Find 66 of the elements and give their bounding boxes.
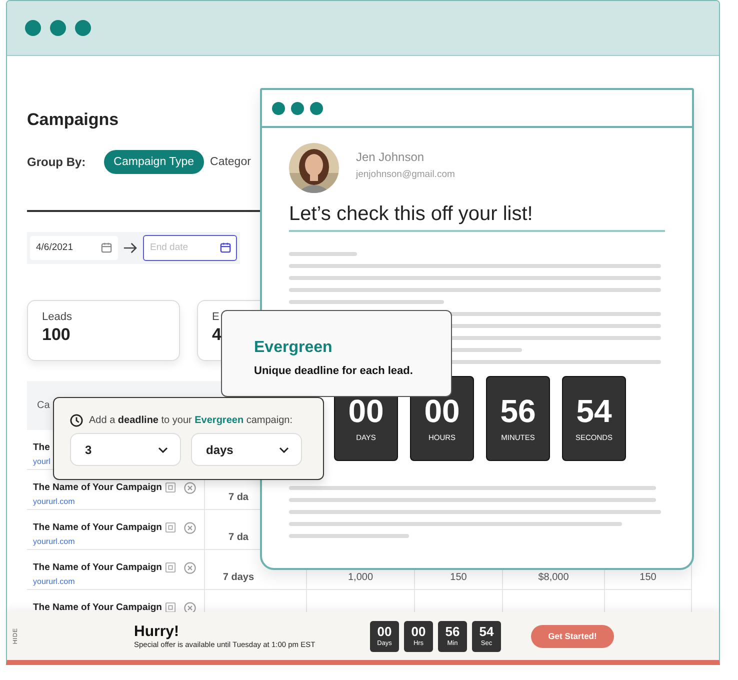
stat-label: Leads (42, 310, 73, 322)
close-icon[interactable] (184, 482, 196, 494)
table-cell: 7 da (228, 532, 248, 542)
chevron-down-icon (158, 446, 168, 452)
countdown-value: 00 (424, 395, 460, 427)
calendar-icon (101, 242, 112, 253)
campaign-name: The Name of Your Campaign (33, 522, 162, 532)
countdown-value: 00 (377, 625, 392, 638)
amount-select[interactable]: 3 (70, 433, 181, 466)
countdown-value: 56 (500, 395, 536, 427)
deadline-prompt: Add a deadline to your Evergreen campaign: (89, 415, 292, 426)
table-cell: 7 da (228, 492, 248, 502)
campaign-url-link[interactable]: yoururl.com (33, 576, 162, 586)
sender-name: Jen Johnson (356, 150, 426, 164)
countdown-value: 54 (479, 625, 494, 638)
placeholder-line (289, 252, 357, 256)
copy-icon[interactable] (165, 602, 176, 613)
clock-icon (70, 414, 83, 427)
close-icon[interactable] (184, 602, 196, 614)
campaign-name: The Name of Your Campaign (33, 602, 162, 612)
countdown-value: 00 (411, 625, 426, 638)
window-dot-icon (25, 20, 41, 36)
campaign-url-link[interactable]: yourl (33, 456, 50, 466)
copy-icon[interactable] (165, 482, 176, 493)
get-started-button[interactable]: Get Started! (531, 624, 614, 648)
sender-email: jenjohnson@gmail.com (356, 169, 455, 180)
close-icon[interactable] (184, 562, 196, 574)
page-title: Campaigns (27, 110, 120, 130)
window-dot-icon (272, 102, 285, 114)
table-cell: 1,000 (348, 572, 374, 582)
countdown-value: 00 (348, 395, 384, 427)
tooltip-text: Unique deadline for each lead. (254, 365, 414, 377)
tooltip-title: Evergreen (254, 339, 332, 357)
window-dot-icon (291, 102, 304, 114)
table-cell: $8,000 (538, 572, 569, 582)
campaign-url-link[interactable]: yoururl.com (33, 536, 162, 546)
table-cell: 7 days (222, 572, 254, 582)
copy-icon[interactable] (165, 562, 176, 573)
copy-icon[interactable] (165, 522, 176, 533)
arrow-right-icon (123, 242, 138, 254)
start-date-field[interactable]: 4/6/2021 (30, 236, 118, 260)
window-dot-icon (75, 20, 91, 36)
close-icon[interactable] (184, 522, 196, 534)
campaign-name: The Name of Your Campaign (33, 562, 162, 572)
countdown-value: 54 (576, 395, 612, 427)
email-heading: Let’s check this off your list! (289, 203, 665, 232)
table-cell: 150 (450, 572, 467, 582)
campaign-name: The Name of Your Campaign (33, 482, 162, 492)
unit-select[interactable]: days (191, 433, 302, 466)
stat-value: 4 (212, 324, 222, 344)
stat-label: E (212, 310, 220, 322)
campaign-name: The (33, 442, 50, 452)
table-cell: 150 (640, 572, 656, 582)
stat-value: 100 (42, 324, 72, 344)
column-header: Ca (37, 400, 50, 410)
group-by-option[interactable]: Campaign Type (104, 150, 204, 174)
end-date-field[interactable]: End date (143, 234, 237, 260)
group-by-option[interactable]: Categor (208, 150, 253, 174)
campaign-url-link[interactable]: yoururl.com (33, 496, 162, 506)
countdown-value: 56 (445, 625, 460, 638)
promo-title: Hurry! (134, 623, 180, 640)
chevron-down-icon (279, 446, 289, 452)
window-dot-icon (50, 20, 66, 36)
calendar-icon (220, 242, 231, 252)
window-dot-icon (310, 102, 323, 114)
group-by-label: Group By: (27, 155, 86, 169)
